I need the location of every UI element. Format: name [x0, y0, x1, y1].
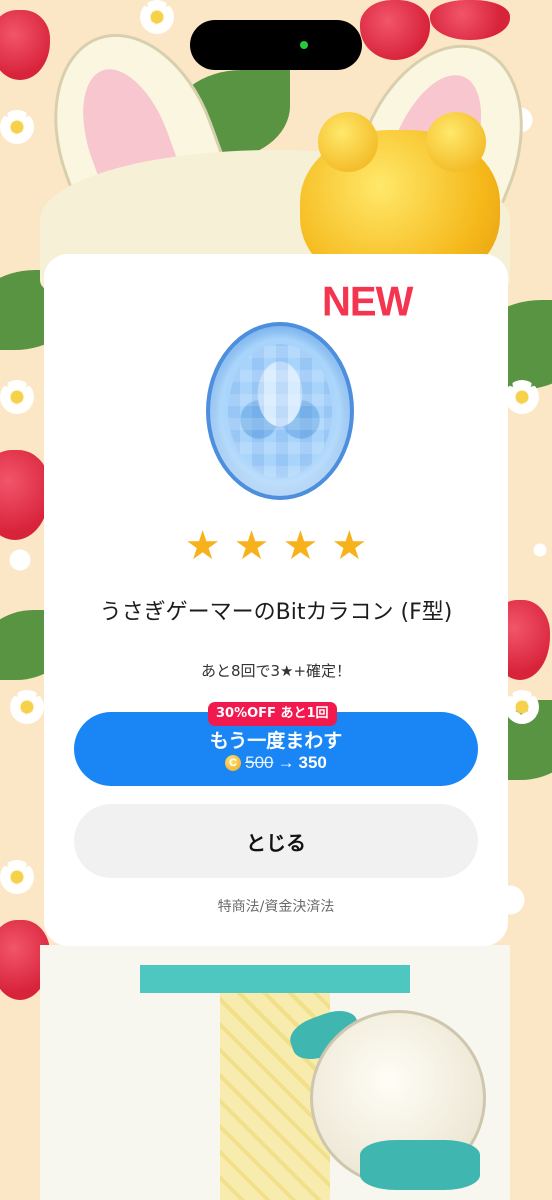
flower-decoration — [10, 690, 44, 724]
old-price: 500 — [245, 753, 274, 772]
star-icon: ★ — [331, 523, 368, 569]
dynamic-island — [190, 20, 362, 70]
spin-again-label: もう一度まわす — [209, 731, 343, 752]
strawberry-decoration — [0, 450, 50, 540]
flower-decoration — [0, 860, 34, 894]
strawberry-decoration — [430, 0, 510, 40]
flower-decoration — [0, 380, 34, 414]
item-icon — [206, 322, 354, 500]
flower-decoration — [0, 110, 34, 144]
price-row: C 500 → 350 — [74, 753, 478, 773]
star-icon: ★ — [282, 523, 319, 569]
dress-band — [140, 965, 410, 993]
price-arrow: → — [277, 753, 295, 772]
new-price: 350 — [298, 753, 327, 772]
guarantee-text: あと8回で3★+確定！ — [200, 662, 352, 680]
star-icon: ★ — [184, 523, 221, 569]
star-icon: ★ — [233, 523, 270, 569]
flower-decoration — [505, 690, 539, 724]
ribbon-decoration — [360, 1140, 480, 1190]
discount-badge: 30%OFF あと1回 — [208, 702, 337, 726]
gacha-result-card: NEW ★ ★ ★ ★ うさぎゲーマーのBitカラコン (F型) あと8回で3★+確定… — [44, 254, 508, 946]
flower-decoration — [505, 380, 539, 414]
strawberry-decoration — [360, 0, 430, 60]
rarity-stars: ★ ★ ★ ★ — [44, 526, 508, 566]
new-badge: NEW — [322, 278, 413, 326]
coin-icon: C — [225, 755, 242, 771]
camera-indicator-dot — [300, 41, 308, 49]
legal-link[interactable]: 特商法/資金決済法 — [44, 896, 508, 916]
item-name: うさぎゲーマーのBitカラコン (F型) — [99, 600, 453, 625]
strawberry-decoration — [0, 10, 50, 80]
flower-decoration — [140, 0, 174, 34]
close-button[interactable]: とじる — [74, 804, 478, 878]
